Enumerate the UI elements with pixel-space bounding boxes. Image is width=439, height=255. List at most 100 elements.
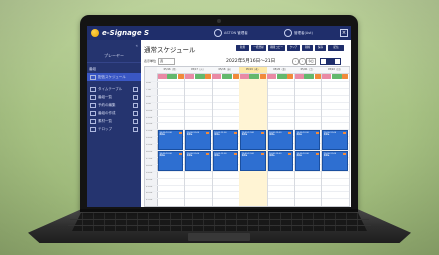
display-unit-select[interactable]: 週 xyxy=(158,58,175,65)
day-tags xyxy=(239,73,266,79)
event-marker-icon xyxy=(288,131,292,134)
toolbar-button[interactable]: 期間コピー xyxy=(268,45,285,51)
program-tag[interactable] xyxy=(294,73,304,79)
program-tag[interactable] xyxy=(167,73,178,79)
program-tag[interactable] xyxy=(221,73,232,79)
program-tag[interactable] xyxy=(259,73,266,79)
header-account-label: 管理者(Ast) xyxy=(294,30,313,35)
program-tag[interactable] xyxy=(276,73,287,79)
schedule-event[interactable]: 10:00-12:00 番組A xyxy=(158,151,184,171)
program-tag[interactable] xyxy=(314,73,321,79)
schedule-event[interactable]: 10:00-12:00 番組A xyxy=(212,130,239,150)
toolbar-button[interactable]: 保存 xyxy=(315,45,326,51)
schedule-event[interactable]: 10:00-12:00 番組A xyxy=(185,130,211,150)
header-user-label: ASTON 管理者 xyxy=(224,30,248,35)
event-marker-icon xyxy=(233,131,237,134)
program-tag[interactable] xyxy=(304,73,315,79)
keyboard-row-divider xyxy=(68,225,371,226)
schedule-event[interactable]: 10:00-12:00 番組A xyxy=(240,151,266,171)
schedule-event[interactable]: 10:00-12:00 番組A xyxy=(240,130,266,150)
program-tag[interactable] xyxy=(205,73,212,79)
menu-item-icon xyxy=(90,94,96,100)
program-tag[interactable] xyxy=(331,73,342,79)
app-header: e-Signage S ASTON 管理者 管理者(Ast) × xyxy=(87,26,351,40)
schedule-event[interactable]: 10:00-12:00 番組A xyxy=(267,151,293,171)
logout-button[interactable]: × xyxy=(340,29,348,37)
program-tag[interactable] xyxy=(177,73,184,79)
sidebar-item[interactable]: 予約の編集 xyxy=(87,101,141,109)
menu-item-icon xyxy=(90,126,96,132)
event-marker-icon xyxy=(178,152,182,155)
sidebar-item-label: 素材一覧 xyxy=(98,118,112,123)
next-week-button[interactable]: › xyxy=(299,58,306,65)
expand-icon xyxy=(133,86,138,92)
sidebar-item[interactable]: タイムテーブル xyxy=(87,85,141,93)
schedule-event[interactable]: 10:00-12:00 番組A xyxy=(295,130,321,150)
prev-week-button[interactable]: ‹ xyxy=(292,58,299,65)
page-title: 通常スケジュール xyxy=(144,46,196,54)
sidebar-item[interactable]: テロップ xyxy=(87,125,141,133)
menu-item-icon xyxy=(90,118,96,124)
program-tag[interactable] xyxy=(267,73,277,79)
grid-view-icon[interactable] xyxy=(334,58,341,65)
event-marker-icon xyxy=(261,152,265,155)
expand-icon xyxy=(133,118,138,124)
schedule-event[interactable]: 10:00-12:00 番組A xyxy=(158,130,184,150)
sidebar-section-label: 番組 xyxy=(89,67,96,71)
event-text: 番組A xyxy=(241,155,248,158)
toolbar-button[interactable]: 削除 xyxy=(302,45,313,51)
toolbar-button[interactable]: 新規 xyxy=(236,45,249,51)
sidebar-item-label: タイムテーブル xyxy=(98,86,123,91)
schedule-event[interactable]: 10:00-12:00 番組A xyxy=(212,151,239,171)
event-text: 番組A xyxy=(269,134,275,137)
calendar-view-icon[interactable] xyxy=(320,58,327,65)
event-marker-icon xyxy=(315,131,319,134)
laptop-camera xyxy=(217,19,221,23)
program-tag[interactable] xyxy=(321,73,331,79)
program-tag[interactable] xyxy=(212,73,222,79)
toolbar-button[interactable]: クリア xyxy=(287,45,300,51)
event-marker-icon xyxy=(343,131,347,134)
program-tag[interactable] xyxy=(157,73,167,79)
sidebar-item[interactable]: 番組の作成 xyxy=(87,109,141,117)
event-text: 番組A xyxy=(214,155,220,158)
program-tag[interactable] xyxy=(232,73,239,79)
menu-item-icon xyxy=(90,74,96,80)
header-user[interactable]: ASTON 管理者 xyxy=(214,29,248,37)
header-account[interactable]: 管理者(Ast) xyxy=(284,29,313,37)
program-tag[interactable] xyxy=(342,73,349,79)
toolbar-button[interactable]: 配信 xyxy=(328,45,344,51)
program-tag[interactable] xyxy=(239,73,249,79)
program-tag[interactable] xyxy=(249,73,260,79)
sidebar-item[interactable]: 素材一覧 xyxy=(87,117,141,125)
laptop-keyboard xyxy=(72,213,367,231)
day-tags xyxy=(267,73,294,79)
today-button[interactable]: 今日 xyxy=(306,58,316,65)
toolbar-button[interactable]: 一括登録 xyxy=(251,45,266,51)
schedule-event[interactable]: 10:00-12:00 番組A xyxy=(185,151,211,171)
schedule-event[interactable]: 10:00-12:00 番組A xyxy=(322,130,348,150)
sidebar-item[interactable]: 配信スケジュール xyxy=(87,73,141,81)
account-icon xyxy=(284,29,292,37)
menu-item-icon xyxy=(90,86,96,92)
menu-item-icon xyxy=(90,110,96,116)
sidebar: « プレーヤー 番組 配信スケジュールタイムテーブル番組一覧 予約の編集番組の作成… xyxy=(87,40,141,207)
program-tag[interactable] xyxy=(184,73,194,79)
schedule-event[interactable]: 10:00-12:00 番組A xyxy=(267,130,293,150)
sidebar-item[interactable]: 番組一覧 xyxy=(87,93,141,101)
schedule-event[interactable]: 10:00-12:00 番組A xyxy=(322,151,348,171)
menu-item-icon xyxy=(90,102,96,108)
program-tag[interactable] xyxy=(287,73,294,79)
list-view-icon[interactable] xyxy=(327,58,334,65)
scene-background: e-Signage S ASTON 管理者 管理者(Ast) × « プレーヤー… xyxy=(0,0,439,255)
sidebar-collapse-button[interactable]: « xyxy=(87,40,141,50)
sidebar-player[interactable]: プレーヤー xyxy=(87,50,141,63)
day-tags xyxy=(321,73,349,79)
event-text: 番組A xyxy=(296,155,302,158)
schedule-grid: 6:00 7:00 8:00 9:00 10:00 11:00 12:00 13:00 14:0… xyxy=(144,66,350,207)
program-tag[interactable] xyxy=(194,73,205,79)
sidebar-item-label: 番組の作成 xyxy=(98,110,116,115)
sidebar-item-label: 予約の編集 xyxy=(98,102,116,107)
schedule-event[interactable]: 10:00-12:00 番組A xyxy=(295,151,321,171)
expand-icon xyxy=(133,94,138,100)
